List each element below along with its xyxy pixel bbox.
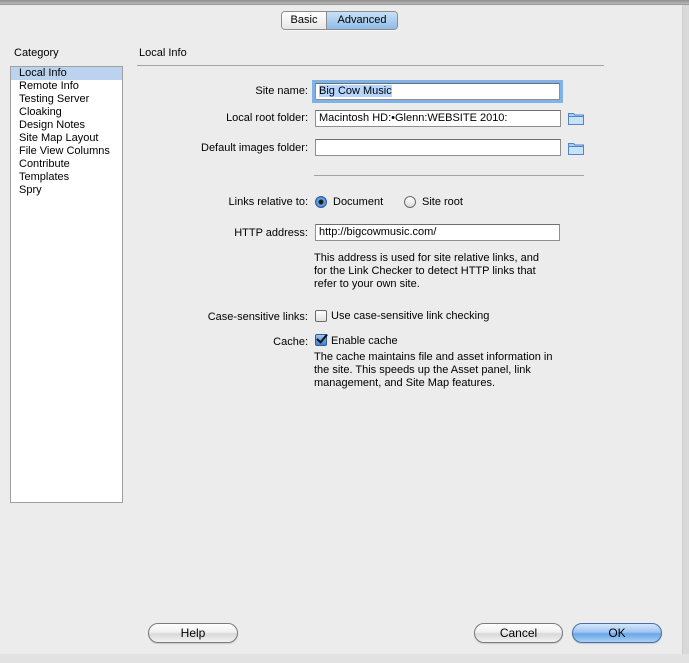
category-item-contribute[interactable]: Contribute bbox=[11, 158, 122, 171]
site-name-input[interactable]: Big Cow Music bbox=[312, 80, 563, 103]
radio-document-label[interactable]: Document bbox=[333, 196, 383, 208]
enable-cache-checkbox-label[interactable]: Enable cache bbox=[331, 335, 398, 347]
links-relative-label: Links relative to: bbox=[228, 196, 308, 208]
case-sensitive-checkbox-label[interactable]: Use case-sensitive link checking bbox=[331, 310, 489, 322]
folder-icon[interactable] bbox=[568, 141, 584, 155]
cache-label: Cache: bbox=[273, 336, 308, 348]
enable-cache-checkbox[interactable] bbox=[315, 334, 327, 346]
category-item-cloaking[interactable]: Cloaking bbox=[11, 106, 122, 119]
radio-document[interactable] bbox=[315, 196, 327, 208]
category-item-file-view-columns[interactable]: File View Columns bbox=[11, 145, 122, 158]
basic-advanced-toggle: Basic Advanced bbox=[281, 11, 398, 30]
cancel-button[interactable]: Cancel bbox=[474, 623, 563, 643]
category-item-site-map-layout[interactable]: Site Map Layout bbox=[11, 132, 122, 145]
category-item-remote-info[interactable]: Remote Info bbox=[11, 80, 122, 93]
local-root-folder-input[interactable]: Macintosh HD:•Glenn:WEBSITE 2010: bbox=[315, 110, 561, 127]
help-button[interactable]: Help bbox=[148, 623, 238, 643]
window-bottom-edge bbox=[0, 654, 689, 663]
radio-site-root-label[interactable]: Site root bbox=[422, 196, 463, 208]
site-name-value: Big Cow Music bbox=[319, 85, 392, 97]
category-item-testing-server[interactable]: Testing Server bbox=[11, 93, 122, 106]
category-item-templates[interactable]: Templates bbox=[11, 171, 122, 184]
radio-site-root[interactable] bbox=[404, 196, 416, 208]
category-item-design-notes[interactable]: Design Notes bbox=[11, 119, 122, 132]
section-title: Local Info bbox=[139, 47, 187, 59]
site-name-label: Site name: bbox=[255, 85, 308, 97]
http-address-help: This address is used for site relative l… bbox=[314, 252, 539, 290]
category-list[interactable]: Local Info Remote Info Testing Server Cl… bbox=[10, 66, 123, 503]
default-images-folder-label: Default images folder: bbox=[201, 142, 308, 154]
case-sensitive-links-label: Case-sensitive links: bbox=[207, 311, 308, 323]
http-address-label: HTTP address: bbox=[234, 227, 308, 239]
cache-help: The cache maintains file and asset infor… bbox=[314, 351, 553, 389]
ok-button[interactable]: OK bbox=[572, 623, 662, 643]
case-sensitive-checkbox[interactable] bbox=[315, 310, 327, 322]
window-right-edge bbox=[683, 5, 689, 663]
section-divider bbox=[137, 65, 604, 66]
folder-icon[interactable] bbox=[568, 111, 584, 125]
local-root-folder-label: Local root folder: bbox=[226, 112, 308, 124]
default-images-folder-input[interactable] bbox=[315, 139, 561, 156]
tab-basic[interactable]: Basic bbox=[282, 12, 327, 29]
category-item-spry[interactable]: Spry bbox=[11, 184, 122, 197]
category-item-local-info[interactable]: Local Info bbox=[11, 67, 122, 80]
category-heading: Category bbox=[14, 47, 59, 59]
http-address-input[interactable]: http://bigcowmusic.com/ bbox=[315, 224, 560, 241]
section-divider-2 bbox=[314, 175, 584, 176]
tab-advanced[interactable]: Advanced bbox=[327, 12, 397, 29]
